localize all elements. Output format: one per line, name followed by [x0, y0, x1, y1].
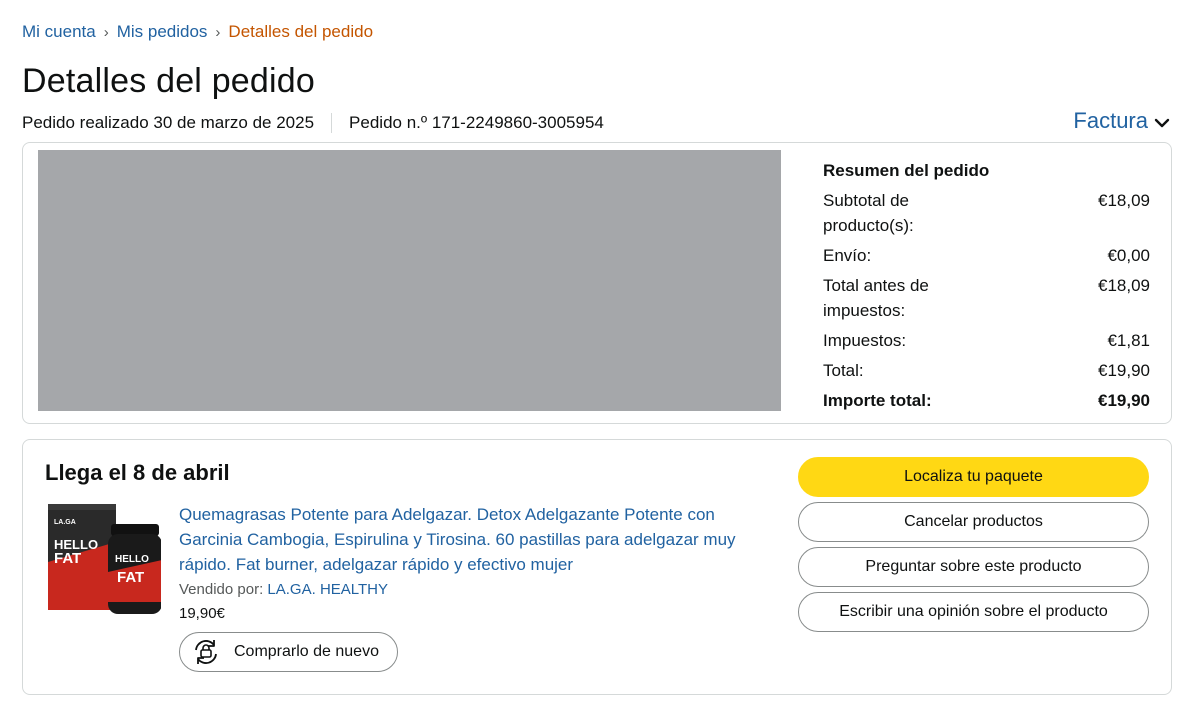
summary-row-shipping: Envío: €0,00	[823, 243, 1150, 268]
shipment-actions: Localiza tu paquete Cancelar productos P…	[798, 457, 1149, 637]
summary-title: Resumen del pedido	[823, 161, 990, 180]
order-date: Pedido realizado 30 de marzo de 2025	[22, 113, 315, 132]
summary-label: Impuestos:	[823, 331, 907, 350]
seller-line: Vendido por: LA.GA. HEALTHY	[179, 581, 779, 598]
order-summary-card: Resumen del pedido Subtotal de producto(…	[22, 142, 1172, 424]
summary-value: €0,00	[1107, 246, 1150, 265]
track-package-button[interactable]: Localiza tu paquete	[798, 457, 1149, 497]
seller-link[interactable]: LA.GA. HEALTHY	[267, 581, 388, 598]
product-title-link[interactable]: Quemagrasas Potente para Adelgazar. Deto…	[179, 502, 779, 577]
seller-label: Vendido por:	[179, 581, 264, 598]
summary-label: Envío:	[823, 246, 872, 265]
svg-text:FAT: FAT	[117, 569, 144, 586]
summary-row-pretax: Total antes de impuestos: €18,09	[823, 273, 1150, 323]
summary-value: €19,90	[1098, 361, 1150, 380]
chevron-down-icon	[1154, 118, 1170, 127]
buy-again-button[interactable]: Comprarlo de nuevo	[179, 632, 398, 672]
redacted-address-area	[38, 150, 781, 411]
arrival-date: Llega el 8 de abril	[45, 460, 230, 485]
summary-row-grand-total: Importe total: €19,90	[823, 388, 1150, 413]
order-number: Pedido n.º 171-2249860-3005954	[349, 113, 604, 132]
buy-again-label: Comprarlo de nuevo	[234, 643, 379, 660]
page-title: Detalles del pedido	[22, 62, 315, 100]
summary-row-total: Total: €19,90	[823, 358, 1150, 383]
summary-value: €18,09	[1098, 276, 1150, 295]
breadcrumb-my-account[interactable]: Mi cuenta	[22, 22, 96, 42]
summary-row-tax: Impuestos: €1,81	[823, 328, 1150, 353]
order-meta: Pedido realizado 30 de marzo de 2025 Ped…	[22, 113, 604, 133]
summary-label: Total:	[823, 361, 864, 380]
ask-product-question-button[interactable]: Preguntar sobre este producto	[798, 547, 1149, 587]
summary-label: Total antes de impuestos:	[823, 276, 929, 320]
product-info: Quemagrasas Potente para Adelgazar. Deto…	[179, 502, 779, 622]
summary-value: €18,09	[1098, 191, 1150, 210]
order-summary: Resumen del pedido Subtotal de producto(…	[823, 161, 1150, 418]
product-price: 19,90€	[179, 605, 225, 622]
breadcrumb: Mi cuenta › Mis pedidos › Detalles del p…	[22, 22, 373, 42]
breadcrumb-my-orders[interactable]: Mis pedidos	[117, 22, 208, 42]
breadcrumb-separator: ›	[103, 23, 109, 41]
svg-text:LA.GA: LA.GA	[54, 519, 76, 526]
cancel-items-button[interactable]: Cancelar productos	[798, 502, 1149, 542]
summary-value: €19,90	[1098, 391, 1150, 410]
meta-divider	[331, 113, 333, 133]
invoice-label: Factura	[1073, 108, 1148, 133]
buy-again-icon	[195, 640, 217, 664]
product-image[interactable]: LA.GA HELLO FAT HELLO FAT	[45, 502, 161, 620]
svg-text:HELLO: HELLO	[115, 554, 149, 565]
breadcrumb-separator: ›	[215, 23, 221, 41]
summary-label: Subtotal de producto(s):	[823, 191, 914, 235]
summary-value: €1,81	[1107, 331, 1150, 350]
write-review-button[interactable]: Escribir una opinión sobre el producto	[798, 592, 1149, 632]
svg-text:FAT: FAT	[54, 550, 81, 567]
shipment-card: Llega el 8 de abril LA.GA HELLO FAT HELL…	[22, 439, 1172, 695]
summary-label: Importe total:	[823, 391, 932, 410]
invoice-dropdown[interactable]: Factura	[1073, 108, 1170, 134]
summary-row-subtotal: Subtotal de producto(s): €18,09	[823, 188, 1150, 238]
breadcrumb-current: Detalles del pedido	[228, 22, 374, 41]
